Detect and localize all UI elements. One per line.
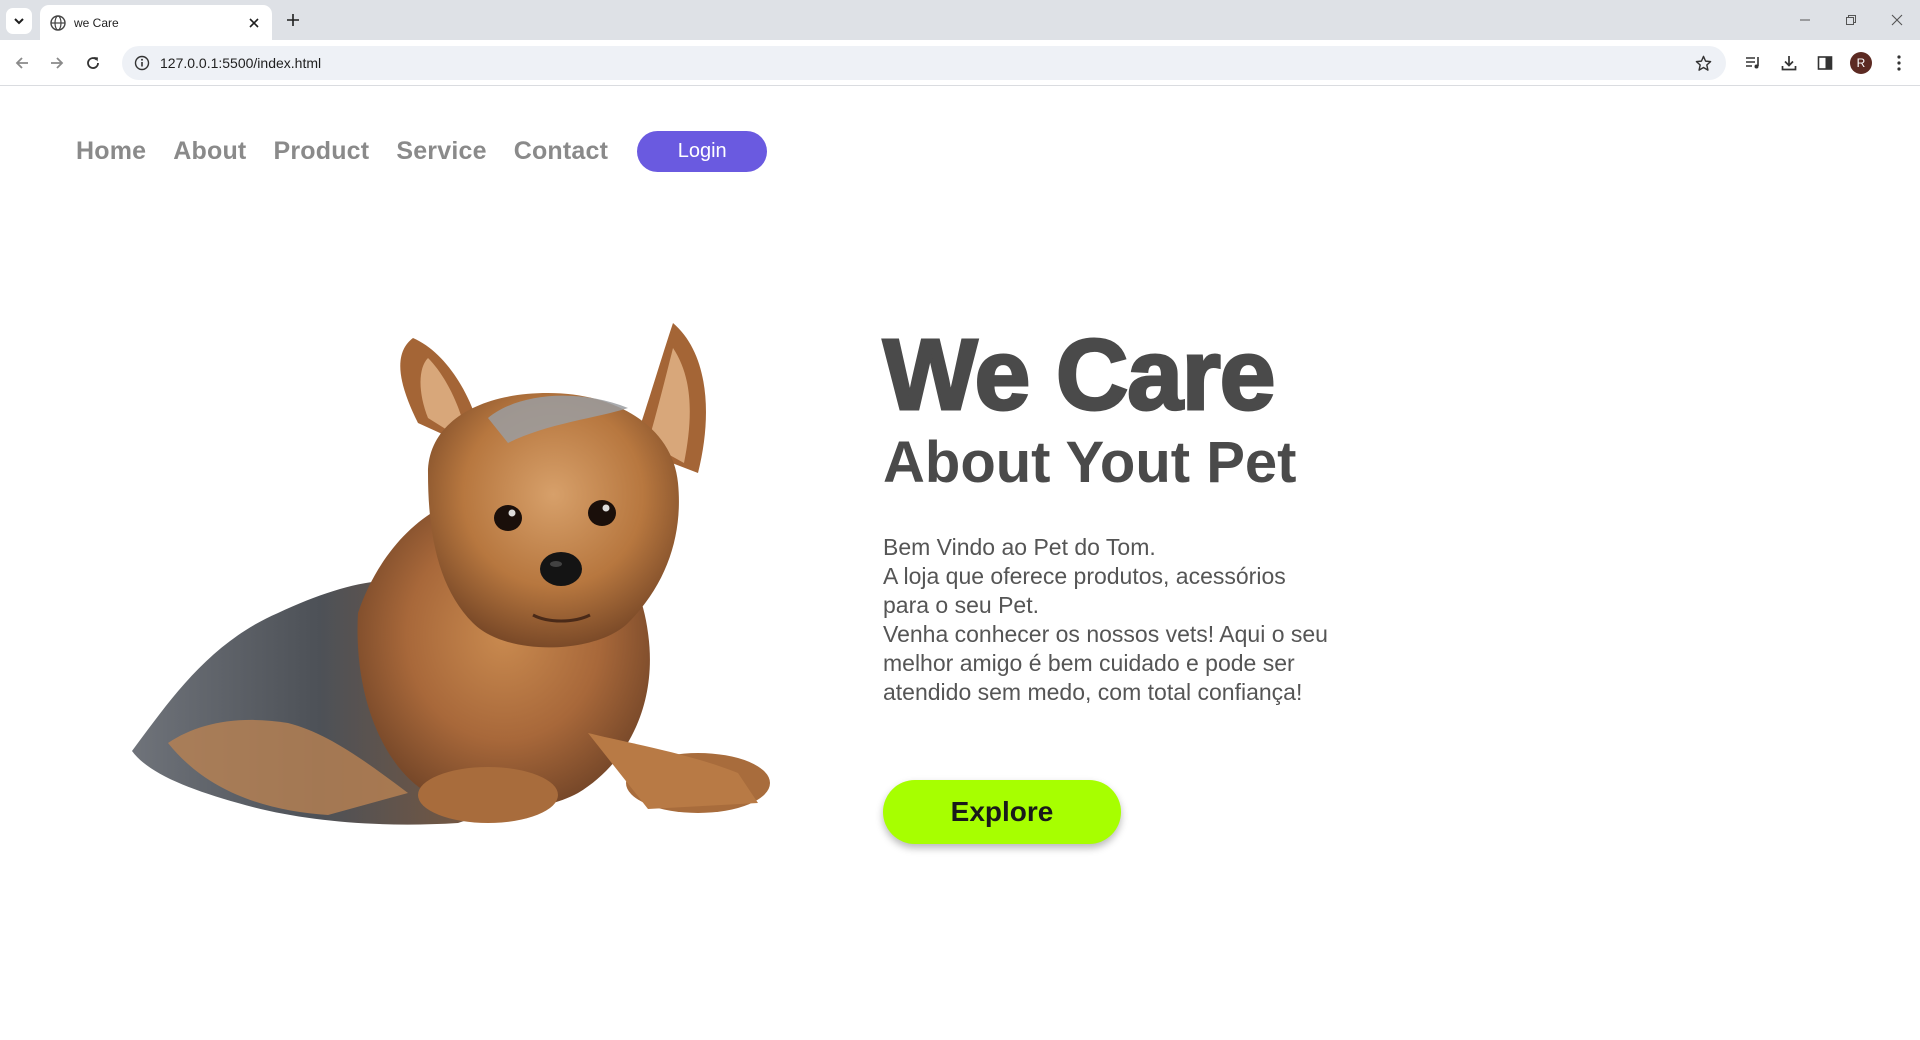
new-tab-button[interactable]: [282, 9, 304, 31]
hero-line: para o seu Pet.: [883, 592, 1039, 618]
hero-title: We Care: [882, 319, 1277, 431]
side-panel-button[interactable]: [1812, 50, 1838, 76]
address-bar[interactable]: 127.0.0.1:5500/index.html: [122, 46, 1726, 80]
close-icon: [1891, 14, 1903, 26]
dog-image: [132, 323, 770, 825]
globe-icon: [50, 14, 66, 31]
chevron-down-icon: [14, 18, 24, 25]
hero-line: Bem Vindo ao Pet do Tom.: [883, 534, 1156, 560]
hero-line: Venha conhecer os nossos vets! Aqui o se…: [883, 621, 1328, 647]
nav-link-home[interactable]: Home: [76, 137, 146, 166]
minimize-icon: [1800, 19, 1810, 21]
browser-toolbar: 127.0.0.1:5500/index.html R: [0, 40, 1920, 86]
restore-button[interactable]: [1828, 6, 1874, 34]
main-nav: Home About Product Service Contact Login: [76, 131, 768, 172]
tab-title: we Care: [74, 15, 119, 30]
site-info-button[interactable]: [130, 51, 154, 75]
download-icon: [1781, 56, 1797, 71]
profile-avatar[interactable]: R: [1850, 52, 1872, 74]
media-controls-button[interactable]: [1740, 50, 1766, 76]
hero-section: We Care About Yout Pet Bem Vindo ao Pet …: [882, 319, 1443, 707]
page-viewport: Home About Product Service Contact Login: [0, 87, 1920, 1040]
close-window-button[interactable]: [1874, 6, 1920, 34]
side-panel-icon: [1817, 56, 1833, 70]
nav-link-product[interactable]: Product: [273, 137, 369, 166]
info-icon: [134, 55, 150, 71]
restore-icon: [1846, 15, 1856, 25]
hero-subtitle: About Yout Pet: [883, 430, 1297, 495]
media-controls-icon: [1746, 57, 1759, 69]
kebab-menu-icon: [1897, 55, 1901, 71]
plus-icon: [287, 14, 299, 26]
tab-strip: we Care: [0, 0, 1920, 40]
back-button[interactable]: [7, 48, 37, 78]
explore-button[interactable]: Explore: [883, 780, 1121, 844]
browser-menu-button[interactable]: [1886, 50, 1912, 76]
minimize-button[interactable]: [1782, 6, 1828, 34]
bookmark-button[interactable]: [1690, 50, 1716, 76]
arrow-right-icon: [51, 57, 64, 69]
reload-button[interactable]: [78, 48, 108, 78]
close-icon: [249, 17, 259, 28]
nav-link-contact[interactable]: Contact: [514, 137, 608, 166]
close-tab-button[interactable]: [244, 13, 264, 33]
downloads-button[interactable]: [1776, 50, 1802, 76]
url-text[interactable]: 127.0.0.1:5500/index.html: [160, 55, 1690, 71]
hero-line: melhor amigo é bem cuidado e pode ser: [883, 650, 1295, 676]
nav-link-service[interactable]: Service: [396, 137, 486, 166]
nav-link-about[interactable]: About: [173, 137, 246, 166]
browser-tab[interactable]: we Care: [40, 5, 272, 40]
arrow-left-icon: [15, 57, 28, 69]
forward-button[interactable]: [42, 48, 72, 78]
hero-line: A loja que oferece produtos, acessórios: [883, 563, 1286, 589]
login-button[interactable]: Login: [637, 131, 768, 172]
star-icon: [1695, 55, 1711, 71]
hero-line: atendido sem medo, com total confiança!: [883, 679, 1303, 705]
tab-search-button[interactable]: [6, 8, 32, 34]
reload-icon: [87, 57, 99, 69]
hero-description: Bem Vindo ao Pet do Tom. A loja que ofer…: [883, 533, 1443, 707]
